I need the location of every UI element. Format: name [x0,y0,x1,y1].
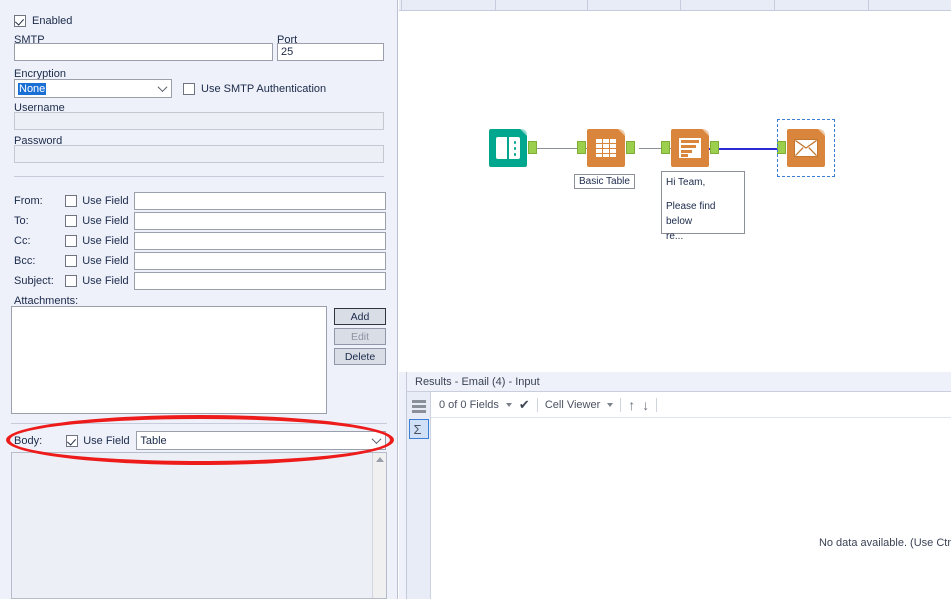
output-port[interactable] [528,141,537,154]
bcc-use-field-label: Use Field [82,254,134,268]
node-email[interactable] [787,129,825,167]
book-icon [489,129,527,167]
output-port[interactable] [710,141,719,154]
from-use-field-label: Use Field [82,194,134,208]
output-port[interactable] [626,141,635,154]
table-row[interactable]: Bcc: Use Field [14,251,386,271]
add-button[interactable]: Add [334,308,386,325]
node-label-basic-table: Basic Table [574,174,635,189]
to-label: To: [14,214,65,228]
enabled-row[interactable]: Enabled [14,14,72,28]
table-row[interactable]: Cc: Use Field [14,231,386,251]
enabled-label: Enabled [32,14,72,28]
results-side-icons: Σ [407,392,431,599]
body-field-dropdown[interactable]: Table [136,431,386,450]
results-panel: Results - Email (4) - Input Σ 0 of 0 Fie… [407,372,951,599]
canvas-tab-strip[interactable] [399,0,951,11]
body-divider [11,423,387,424]
node-input-data[interactable] [489,129,527,167]
table-row[interactable]: To: Use Field [14,211,386,231]
email-configuration-panel: Enabled SMTP Port Encryption None Use SM… [0,0,398,599]
bcc-use-field-checkbox[interactable] [65,255,77,267]
alteryx-email-tool-window: Enabled SMTP Port Encryption None Use SM… [0,0,951,599]
use-smtp-auth-label: Use SMTP Authentication [201,82,326,96]
workflow-canvas-area: Basic Table Hi Team, Please find bel [399,0,951,372]
body-use-field-label: Use Field [83,434,136,448]
node-annotation-report-text: Hi Team, Please find below re... [661,171,745,234]
input-port[interactable] [577,141,586,154]
results-title: Results - Email (4) - Input [407,372,951,392]
envelope-icon [787,129,825,167]
to-use-field-checkbox[interactable] [65,215,77,227]
encryption-dropdown[interactable]: None [14,79,172,98]
username-input[interactable] [14,112,384,130]
subject-use-field-label: Use Field [82,274,134,288]
from-use-field-checkbox[interactable] [65,195,77,207]
bcc-label: Bcc: [14,254,65,268]
use-smtp-auth-checkbox[interactable] [183,83,195,95]
bcc-input[interactable] [134,252,386,270]
body-field-value: Table [140,435,166,447]
subject-input[interactable] [134,272,386,290]
port-input[interactable] [277,43,384,61]
input-port[interactable] [661,141,670,154]
from-label: From: [14,194,65,208]
body-use-field-checkbox[interactable] [66,435,78,447]
table-row[interactable]: Subject: Use Field [14,271,386,291]
scroll-up-icon[interactable] [376,457,384,462]
input-port[interactable] [777,141,786,154]
delete-button[interactable]: Delete [334,348,386,365]
chevron-down-icon [372,434,382,444]
cc-use-field-label: Use Field [82,234,134,248]
to-use-field-label: Use Field [82,214,134,228]
records-icon[interactable] [409,397,429,417]
enabled-checkbox[interactable] [14,15,26,27]
to-input[interactable] [134,212,386,230]
from-input[interactable] [134,192,386,210]
cc-input[interactable] [134,232,386,250]
table-row[interactable]: From: Use Field [14,191,386,211]
chevron-down-icon [158,82,168,92]
node-basic-table[interactable] [587,129,625,167]
text-icon [671,129,709,167]
edit-button[interactable]: Edit [334,328,386,345]
subject-label: Subject: [14,274,65,288]
body-row[interactable]: Body: Use Field Table [14,431,386,450]
results-empty-state: No data available. (Use Ctr [431,392,951,599]
workflow-canvas[interactable]: Basic Table Hi Team, Please find bel [399,11,951,372]
encryption-value: None [18,83,46,95]
node-report-text[interactable] [671,129,709,167]
use-smtp-auth-row[interactable]: Use SMTP Authentication [183,82,326,96]
section-divider [14,176,384,177]
subject-use-field-checkbox[interactable] [65,275,77,287]
no-data-message: No data available. (Use Ctr [819,537,951,549]
address-rows: From: Use Field To: Use Field Cc: Use Fi… [14,191,386,291]
body-scrollbar[interactable] [372,453,386,598]
annotation-line-4: re... [666,229,740,244]
password-input[interactable] [14,145,384,163]
attachments-list[interactable] [11,306,327,414]
panel-splitter[interactable] [399,372,407,599]
summary-sigma-icon[interactable]: Σ [409,419,429,439]
table-icon [587,129,625,167]
annotation-line-1: Hi Team, [666,175,740,190]
cc-use-field-checkbox[interactable] [65,235,77,247]
smtp-input[interactable] [14,43,273,61]
body-textarea[interactable] [11,452,387,599]
annotation-line-3: Please find below [666,199,740,229]
cc-label: Cc: [14,234,65,248]
body-label: Body: [14,434,66,448]
